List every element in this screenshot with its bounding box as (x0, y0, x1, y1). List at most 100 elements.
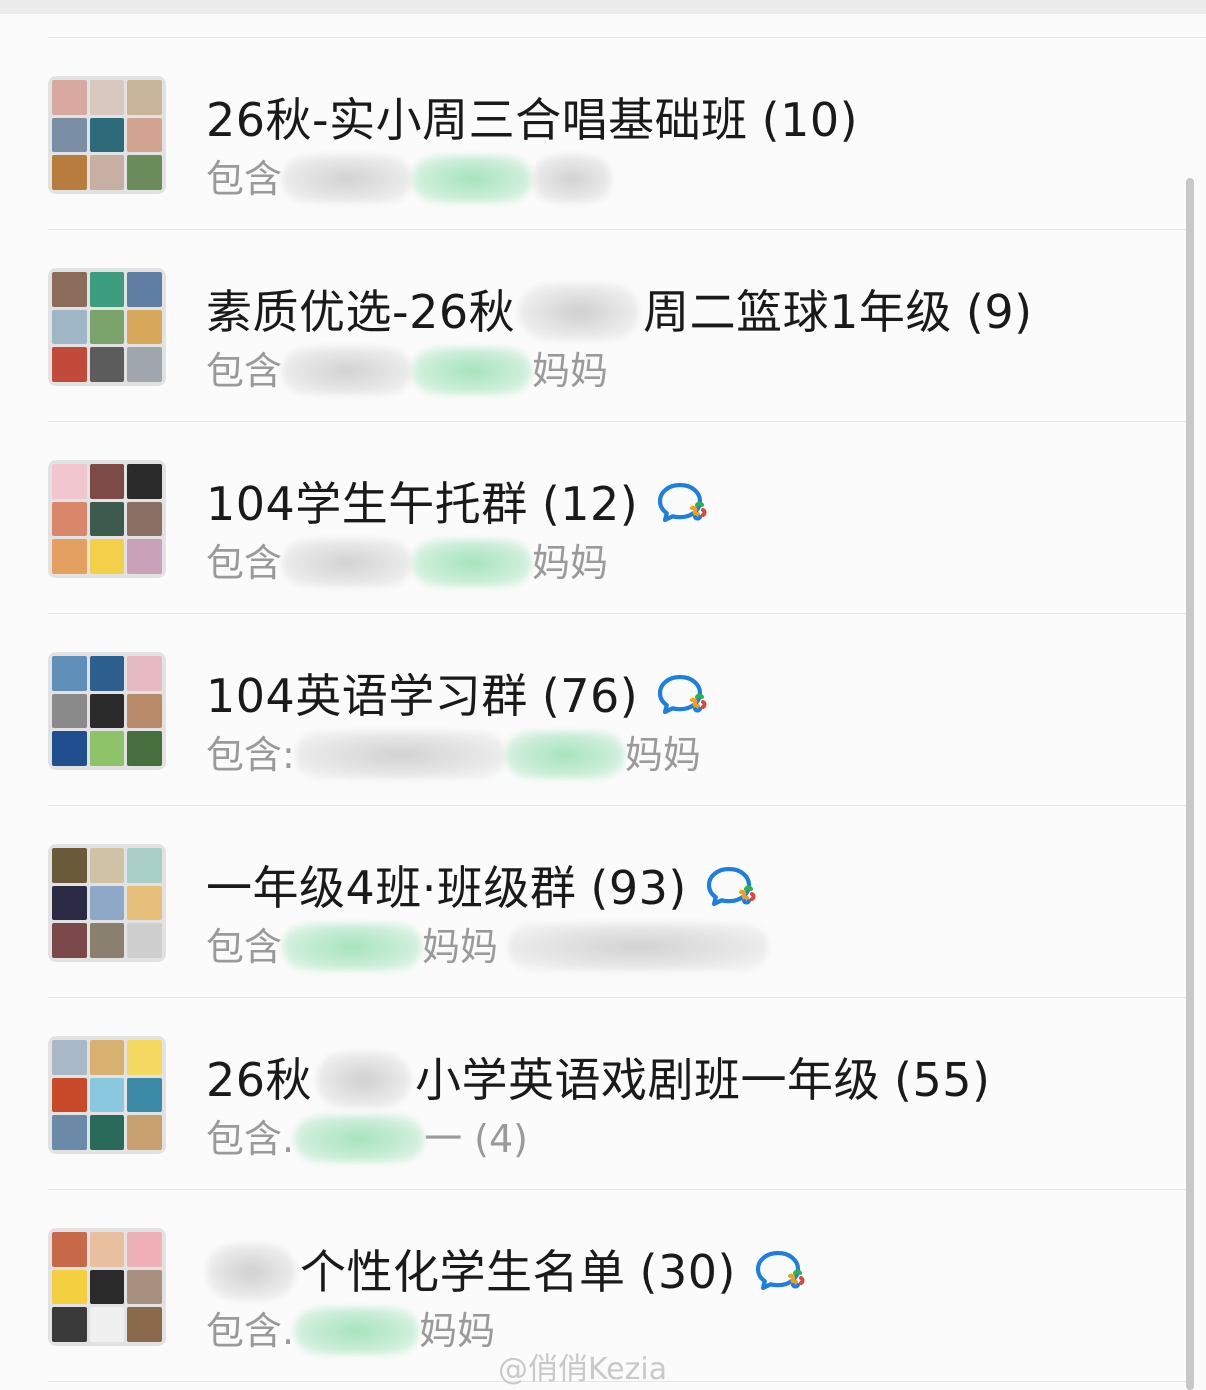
group-members-summary: 包含. 妈妈 (206, 1306, 495, 1356)
watermark: @俏俏Kezia (498, 1352, 668, 1387)
avatar-tile (52, 272, 87, 307)
redacted-text (282, 539, 413, 587)
avatar-tile (89, 1077, 125, 1113)
group-avatar (48, 268, 166, 386)
group-title: 104英语学习群 (76) (206, 666, 712, 726)
redacted-text (508, 923, 769, 971)
group-members-summary: 包含. 一 (4) (206, 1114, 528, 1164)
wecom-chat-icon (705, 864, 761, 912)
top-bar (0, 0, 1206, 14)
avatar-tile (52, 1269, 87, 1305)
avatar-tile (127, 501, 162, 537)
redacted-text (294, 1115, 425, 1163)
avatar-tile (52, 1307, 87, 1342)
avatar-tile (89, 80, 125, 115)
members-prefix: 包含 (206, 349, 283, 393)
wecom-chat-icon (656, 480, 712, 528)
avatar-tile (127, 1232, 162, 1267)
avatar-tile (52, 539, 87, 574)
avatar-tile (127, 80, 162, 115)
avatar-tile (89, 1232, 125, 1267)
group-title: 一年级4班·班级群 (93) (206, 858, 761, 918)
avatar-tile (89, 464, 125, 499)
members-suffix: 妈妈 (419, 1309, 496, 1353)
members-prefix: 包含 (206, 541, 283, 585)
avatar-tile (52, 501, 87, 537)
avatar-tile (52, 80, 87, 115)
member-count: (12) (541, 477, 639, 531)
avatar-tile (89, 848, 125, 883)
group-row-4[interactable]: 104英语学习群 (76) 包含: 妈妈 (0, 614, 1186, 806)
avatar-tile (89, 347, 125, 382)
avatar-tile (89, 117, 125, 153)
avatar-tile (52, 923, 87, 958)
group-name: 个性化学生名单 (300, 1245, 626, 1299)
group-avatar (48, 652, 166, 770)
avatar-tile (127, 155, 162, 190)
group-row-6[interactable]: 26秋 小学英语戏剧班一年级 (55) 包含. 一 (4) (0, 998, 1186, 1190)
redacted-text (316, 1052, 412, 1108)
members-prefix: 包含 (206, 925, 283, 969)
member-count: (9) (965, 285, 1033, 339)
redacted-text (412, 539, 533, 587)
members-suffix: 妈妈 (422, 925, 499, 969)
wecom-chat-icon (656, 672, 712, 720)
members-suffix: 妈妈 (624, 733, 701, 777)
avatar-tile (52, 1232, 87, 1267)
avatar-tile (52, 1115, 87, 1150)
members-prefix: 包含. (206, 1309, 295, 1353)
group-members-summary: 包含 妈妈 (206, 922, 769, 972)
avatar-tile (89, 731, 125, 766)
avatar-tile (127, 117, 162, 153)
avatar-tile (52, 347, 87, 382)
members-suffix: 一 (4) (424, 1117, 529, 1161)
member-count: (93) (590, 861, 687, 915)
redacted-text (519, 284, 640, 340)
group-row-1[interactable]: 26秋-实小周三合唱基础班 (10) 包含 (0, 38, 1186, 230)
scrollbar[interactable] (1186, 178, 1194, 1390)
avatar-tile (52, 731, 87, 766)
avatar-tile (127, 539, 162, 574)
avatar-tile (127, 848, 162, 883)
group-avatar (48, 460, 166, 578)
group-avatar (48, 1228, 166, 1346)
group-name: 104学生午托群 (206, 477, 528, 531)
member-count: (55) (894, 1053, 991, 1107)
redacted-text (282, 923, 423, 971)
group-title: 104学生午托群 (12) (206, 474, 712, 534)
avatar-tile (127, 693, 162, 729)
avatar-tile (89, 501, 125, 537)
redacted-text (282, 155, 413, 203)
avatar-tile (52, 656, 87, 691)
avatar-tile (89, 693, 125, 729)
group-avatar (48, 844, 166, 962)
group-title: 个性化学生名单 (30) (206, 1242, 810, 1302)
avatar-tile (127, 309, 162, 345)
redacted-text (206, 1244, 296, 1300)
group-name-part-2: 周二篮球1年级 (643, 285, 952, 339)
avatar-tile (52, 464, 87, 499)
avatar-tile (89, 656, 125, 691)
redacted-text (294, 731, 505, 779)
group-title: 素质优选-26秋 周二篮球1年级 (9) (206, 282, 1033, 342)
avatar-tile (52, 1077, 87, 1113)
members-suffix: 妈妈 (532, 541, 609, 585)
group-row-5[interactable]: 一年级4班·班级群 (93) 包含 妈妈 (0, 806, 1186, 998)
avatar-tile (127, 885, 162, 921)
avatar-tile (89, 309, 125, 345)
members-prefix: 包含. (206, 1117, 295, 1161)
group-row-2[interactable]: 素质优选-26秋 周二篮球1年级 (9) 包含 妈妈 (0, 230, 1186, 422)
member-count: (76) (541, 669, 639, 723)
avatar-tile (127, 1115, 162, 1150)
avatar-tile (89, 923, 125, 958)
group-row-3[interactable]: 104学生午托群 (12) 包含 妈妈 (0, 422, 1186, 614)
wecom-chat-icon (754, 1248, 810, 1296)
group-members-summary: 包含 (206, 154, 613, 204)
avatar-tile (89, 155, 125, 190)
avatar-tile (89, 1307, 125, 1342)
members-prefix: 包含: (206, 733, 295, 777)
avatar-tile (52, 1040, 87, 1075)
group-avatar (48, 76, 166, 194)
redacted-text (282, 347, 413, 395)
avatar-tile (127, 1269, 162, 1305)
